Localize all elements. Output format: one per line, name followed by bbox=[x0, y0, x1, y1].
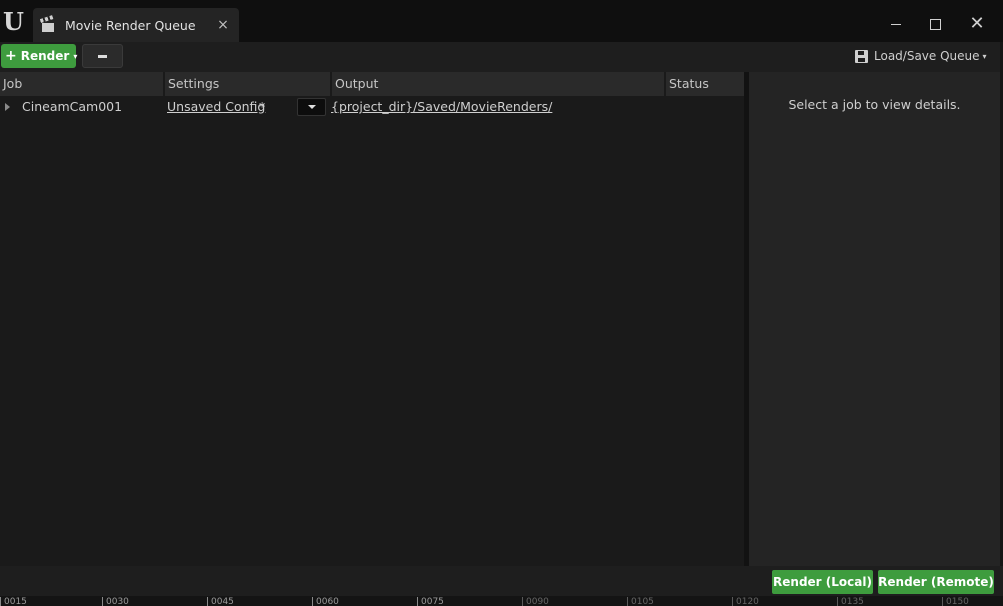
preset-dropdown-button[interactable] bbox=[297, 98, 326, 116]
timeline-tick: 0105 bbox=[627, 597, 654, 606]
render-local-button[interactable]: Render (Local) bbox=[772, 570, 873, 594]
job-list-panel: Job Settings Output Status CineamCam001 … bbox=[0, 72, 744, 566]
minimize-button[interactable] bbox=[880, 12, 912, 36]
save-icon bbox=[855, 49, 868, 63]
tab-title: Movie Render Queue bbox=[65, 17, 196, 33]
title-bar: U Movie Render Queue × ✕ bbox=[0, 4, 1003, 42]
render-add-label: Render bbox=[20, 49, 70, 63]
column-header-settings[interactable]: Settings bbox=[165, 72, 332, 96]
plus-icon: + bbox=[5, 48, 17, 64]
expand-arrow-icon[interactable] bbox=[5, 103, 10, 111]
close-window-button[interactable]: ✕ bbox=[961, 12, 993, 36]
chevron-down-icon: ▾ bbox=[982, 51, 987, 61]
tab-close-icon[interactable]: × bbox=[213, 17, 233, 33]
unreal-logo-icon: U bbox=[3, 7, 24, 36]
timeline-tick: 0150 bbox=[942, 597, 969, 606]
timeline-tick: 0030 bbox=[102, 597, 129, 606]
table-row[interactable]: CineamCam001 Unsaved Config * {project_d… bbox=[0, 96, 744, 118]
column-header-status[interactable]: Status bbox=[666, 72, 744, 96]
render-add-button[interactable]: + Render ▾ bbox=[1, 44, 78, 68]
render-remote-button[interactable]: Render (Remote) bbox=[878, 570, 994, 594]
column-header-job[interactable]: Job bbox=[0, 72, 165, 96]
maximize-button[interactable] bbox=[919, 12, 951, 36]
timeline-tick: 0075 bbox=[417, 597, 444, 606]
unsaved-indicator: * bbox=[259, 99, 266, 114]
output-directory-link[interactable]: {project_dir}/Saved/MovieRenders/ bbox=[331, 99, 552, 114]
tab-movie-render-queue[interactable]: Movie Render Queue × bbox=[33, 8, 239, 42]
timeline-tick: 0015 bbox=[0, 597, 27, 606]
toolbar: + Render ▾ Load/Save Queue ▾ bbox=[0, 42, 1003, 72]
timeline-tick: 0135 bbox=[837, 597, 864, 606]
background-timeline-ruler: 0015 0030 0045 0060 0075 0090 0105 0120 … bbox=[0, 596, 1003, 606]
timeline-tick: 0120 bbox=[732, 597, 759, 606]
column-header-output[interactable]: Output bbox=[332, 72, 666, 96]
chevron-down-icon: ▾ bbox=[73, 51, 78, 61]
bottom-action-bar: Render (Local) Render (Remote) bbox=[0, 566, 1003, 596]
job-details-panel: Select a job to view details. bbox=[749, 72, 1000, 566]
timeline-tick: 0060 bbox=[312, 597, 339, 606]
load-save-queue-button[interactable]: Load/Save Queue ▾ bbox=[855, 47, 987, 65]
remove-job-button[interactable] bbox=[82, 44, 123, 68]
details-empty-message: Select a job to view details. bbox=[788, 97, 961, 112]
job-name: CineamCam001 bbox=[22, 99, 123, 114]
movie-render-queue-window: U Movie Render Queue × ✕ + Render ▾ Load… bbox=[0, 0, 1003, 606]
column-header-row: Job Settings Output Status bbox=[0, 72, 744, 96]
timeline-tick: 0090 bbox=[522, 597, 549, 606]
load-save-label: Load/Save Queue bbox=[874, 49, 980, 63]
settings-config-link[interactable]: Unsaved Config bbox=[167, 99, 265, 114]
timeline-tick: 0045 bbox=[207, 597, 234, 606]
clapperboard-icon bbox=[39, 15, 55, 32]
